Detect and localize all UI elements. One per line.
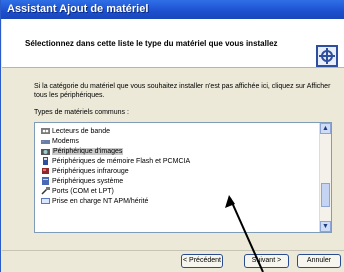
pcmcia-icon	[43, 157, 48, 165]
next-button[interactable]: Suivant >	[244, 254, 289, 268]
list-item-label: Périphériques infrarouge	[52, 167, 129, 175]
info-text: Si la catégorie du matériel que vous sou…	[34, 83, 331, 99]
port-icon	[41, 187, 50, 195]
list-item-label: Périphériques système	[52, 177, 124, 185]
list-item-label: Prise en charge NT APM/hérité	[52, 197, 149, 205]
scroll-up-button[interactable]: ▲	[320, 123, 331, 134]
scroll-thumb[interactable]	[321, 183, 330, 207]
list-item[interactable]: Périphériques infrarouge	[41, 166, 313, 176]
modem-icon	[41, 140, 50, 144]
list-item[interactable]: Modems	[41, 136, 313, 146]
footer-divider	[2, 250, 344, 251]
wizard-window: Assistant Ajout de matériel Sélectionnez…	[0, 0, 344, 272]
scroll-down-button[interactable]: ▼	[320, 221, 331, 232]
next-button-label: Suivant >	[251, 257, 282, 264]
list-item-label: Ports (COM et LPT)	[52, 187, 114, 195]
list-item-label: Modems	[52, 137, 79, 145]
back-button-label: < Précédent	[183, 257, 221, 264]
infrared-icon	[42, 168, 49, 174]
tape-drive-icon	[41, 128, 50, 134]
list-item[interactable]: Ports (COM et LPT)	[41, 186, 313, 196]
back-button[interactable]: < Précédent	[181, 254, 223, 268]
list-scrollbar[interactable]: ▲ ▼	[319, 123, 331, 232]
power-icon	[41, 198, 50, 204]
cancel-button[interactable]: Annuler	[297, 254, 341, 268]
title-bar[interactable]: Assistant Ajout de matériel	[1, 0, 344, 19]
window-title: Assistant Ajout de matériel	[7, 3, 149, 15]
wizard-header: Sélectionnez dans cette liste le type du…	[2, 19, 344, 68]
list-item-selected[interactable]: Périphérique d'images	[41, 146, 313, 156]
device-type-list[interactable]: Lecteurs de bande Modems Périphérique d'…	[34, 122, 332, 233]
list-item-label: Périphériques de mémoire Flash et PCMCIA	[52, 157, 191, 165]
header-heading: Sélectionnez dans cette liste le type du…	[25, 39, 278, 48]
list-item[interactable]: Prise en charge NT APM/hérité	[41, 196, 313, 206]
hardware-wizard-icon	[316, 45, 338, 67]
list-item[interactable]: Lecteurs de bande	[41, 126, 313, 136]
system-device-icon	[42, 177, 49, 185]
list-item[interactable]: Périphériques de mémoire Flash et PCMCIA	[41, 156, 313, 166]
list-item-label: Périphérique d'images	[52, 147, 124, 155]
list-label: Types de matériels communs :	[34, 109, 129, 116]
list-item[interactable]: Périphériques système	[41, 176, 313, 186]
list-item-label: Lecteurs de bande	[52, 127, 110, 135]
camera-icon	[41, 149, 50, 155]
cancel-button-label: Annuler	[306, 257, 332, 264]
